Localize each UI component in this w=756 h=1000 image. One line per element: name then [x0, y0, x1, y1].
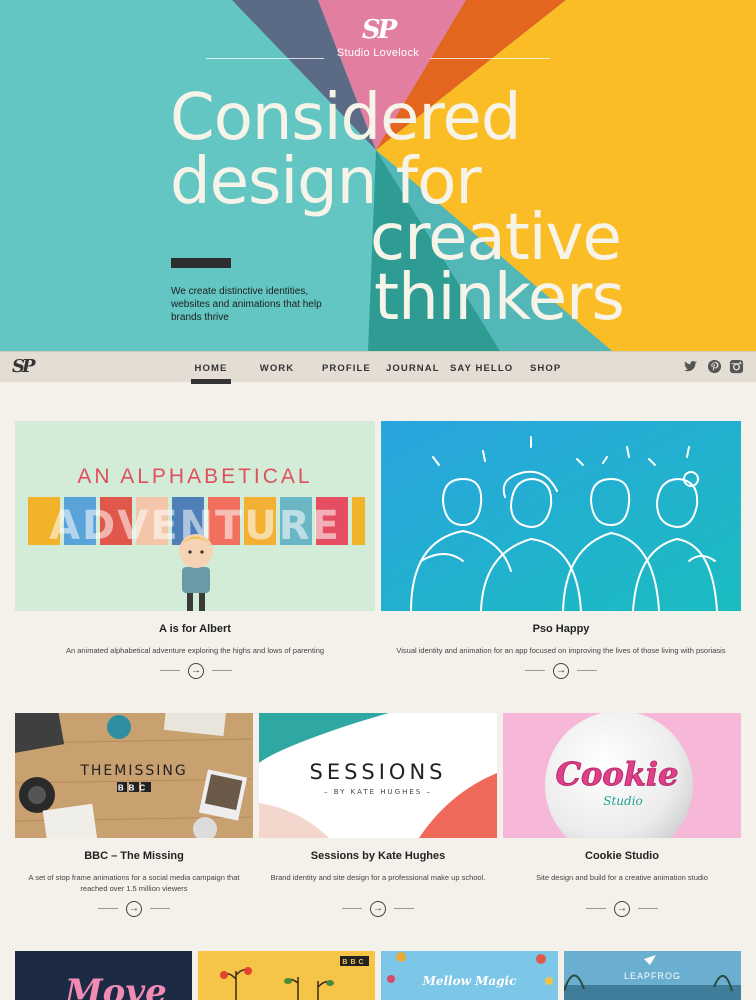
albert-illustration: AN ALPHABETICAL ADVENTURE [28, 465, 365, 611]
arrow-line-left [98, 908, 118, 909]
instagram-icon[interactable] [729, 359, 744, 374]
arrow-line-left [342, 908, 362, 909]
project-title-bbc-missing[interactable]: BBC – The Missing [15, 850, 253, 862]
svg-text:Move: Move [64, 972, 167, 1000]
project-image-leapfrog[interactable]: LEAPFROG [564, 951, 741, 1000]
nav-item-journal[interactable]: JOURNAL [386, 363, 439, 374]
project-link-cookie-studio[interactable]: → [586, 901, 658, 917]
arrow-line-right [212, 670, 232, 671]
hero: SP Studio Lovelock Considered design for… [0, 0, 756, 351]
svg-text:BBC: BBC [118, 784, 150, 793]
albert-character [179, 534, 213, 611]
project-desc-bbc-missing: A set of stop frame animations for a soc… [28, 873, 240, 893]
project-title-sessions[interactable]: Sessions by Kate Hughes [259, 850, 497, 862]
project-desc-sessions: Brand identity and site design for a pro… [270, 873, 486, 882]
pinterest-icon[interactable] [707, 359, 722, 374]
nav-item-profile[interactable]: PROFILE [322, 363, 370, 374]
project-image-pso-happy[interactable] [381, 421, 741, 611]
logo-mark: SP [361, 15, 397, 45]
arrow-right-icon[interactable]: → [553, 663, 569, 679]
svg-text:Studio: Studio [603, 794, 643, 808]
svg-text:Cookie: Cookie [556, 755, 679, 793]
cookie-studio-artwork: Cookie Studio [503, 713, 741, 838]
project-link-bbc-missing[interactable]: → [98, 901, 170, 917]
project-link-sessions[interactable]: → [342, 901, 414, 917]
main-nav: SP HOME WORK PROFILE JOURNAL SAY HELLO S… [0, 351, 756, 384]
project-desc-albert: An animated alphabetical adventure explo… [65, 646, 325, 655]
svg-text:SESSIONS: SESSIONS [309, 760, 446, 784]
project-image-bbc-missing[interactable]: THEMISSING BBC [15, 713, 253, 838]
bbc-missing-photo: THEMISSING BBC [15, 713, 253, 838]
hero-rule-left [206, 58, 324, 59]
nav-item-home[interactable]: HOME [191, 363, 231, 384]
twitter-icon[interactable] [683, 359, 698, 374]
svg-text:– BY KATE HUGHES –: – BY KATE HUGHES – [324, 788, 432, 796]
headline-line-4: thinkers [374, 261, 625, 335]
arrow-right-icon[interactable]: → [370, 901, 386, 917]
project-image-cookie-studio[interactable]: Cookie Studio [503, 713, 741, 838]
project-title-cookie-studio[interactable]: Cookie Studio [503, 850, 741, 862]
headline-line-1: Considered [170, 81, 521, 155]
arrow-line-left [160, 670, 180, 671]
svg-text:LEAPFROG: LEAPFROG [624, 971, 681, 981]
nav-item-say-hello[interactable]: SAY HELLO [450, 363, 512, 374]
arrow-line-left [586, 908, 606, 909]
project-link-albert[interactable]: → [160, 663, 232, 679]
hero-rule-right [430, 58, 550, 59]
project-desc-pso-happy: Visual identity and animation for an app… [396, 646, 726, 655]
arrow-line-right [577, 670, 597, 671]
arrow-right-icon[interactable]: → [126, 901, 142, 917]
project-image-move[interactable]: Move [15, 951, 192, 1000]
arrow-line-right [638, 908, 658, 909]
project-image-bbc-plants[interactable]: BBC [198, 951, 375, 1000]
project-image-mellow-magic[interactable]: Mellow Magic [381, 951, 558, 1000]
hero-accent-bar [171, 258, 231, 268]
svg-text:BBC: BBC [342, 959, 366, 966]
nav-item-work[interactable]: WORK [259, 363, 295, 374]
arrow-line-right [394, 908, 414, 909]
svg-text:Mellow Magic: Mellow Magic [422, 974, 518, 988]
hero-tagline: We create distinctive identities, websit… [171, 286, 322, 323]
project-image-albert[interactable]: AN ALPHABETICAL ADVENTURE [15, 421, 375, 611]
bbc-plants-thumb: BBC [220, 956, 369, 1000]
project-title-albert[interactable]: A is for Albert [15, 623, 375, 635]
project-image-sessions[interactable]: SESSIONS – BY KATE HUGHES – [259, 713, 497, 838]
project-title-pso-happy[interactable]: Pso Happy [381, 623, 741, 635]
pso-happy-illustration [381, 421, 741, 611]
project-desc-cookie-studio: Site design and build for a creative ani… [536, 873, 708, 882]
arrow-right-icon[interactable]: → [188, 663, 204, 679]
leapfrog-thumb: LEAPFROG [564, 951, 741, 1000]
site-logo[interactable]: SP Studio Lovelock [0, 16, 756, 59]
nav-logo[interactable]: SP [12, 356, 35, 377]
arrow-line-right [150, 908, 170, 909]
move-thumb: Move [64, 972, 167, 1000]
svg-text:THEMISSING: THEMISSING [79, 763, 187, 779]
arrow-right-icon[interactable]: → [614, 901, 630, 917]
arrow-line-left [525, 670, 545, 671]
brand-name: Studio Lovelock [336, 47, 420, 59]
project-link-pso-happy[interactable]: → [525, 663, 597, 679]
mellow-magic-thumb: Mellow Magic [381, 951, 558, 1000]
svg-text:AN ALPHABETICAL: AN ALPHABETICAL [77, 465, 312, 488]
sessions-artwork: SESSIONS – BY KATE HUGHES – [259, 713, 497, 838]
nav-item-shop[interactable]: SHOP [530, 363, 560, 374]
